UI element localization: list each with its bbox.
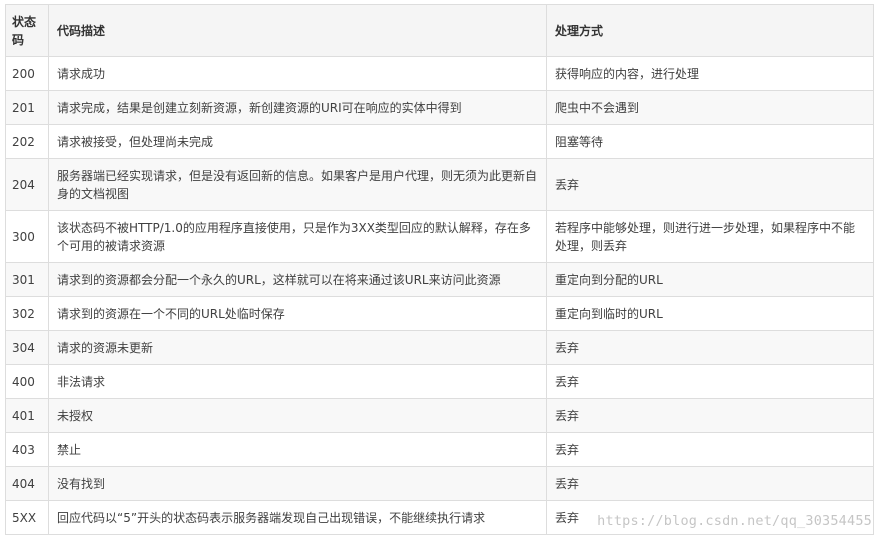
row-code: 304: [5, 330, 49, 365]
table-row: 202 请求被接受，但处理尚未完成 阻塞等待: [5, 124, 874, 159]
table-row: 201 请求完成，结果是创建立刻新资源，新创建资源的URI可在响应的实体中得到 …: [5, 90, 874, 125]
row-description: 请求到的资源都会分配一个永久的URL，这样就可以在将来通过该URL来访问此资源: [48, 262, 547, 297]
row-code: 404: [5, 466, 49, 501]
table-row: 404 没有找到 丢弃: [5, 466, 874, 501]
row-handling: 丢弃: [546, 500, 874, 535]
status-code-table-container: 状态码 代码描述 处理方式 200 请求成功 获得响应的内容，进行处理 201 …: [5, 4, 874, 535]
row-handling: 丢弃: [546, 466, 874, 501]
row-description: 请求成功: [48, 56, 547, 91]
row-handling: 丢弃: [546, 364, 874, 399]
row-description: 未授权: [48, 398, 547, 433]
row-description: 请求的资源未更新: [48, 330, 547, 365]
header-description: 代码描述: [48, 4, 547, 57]
row-handling: 重定向到分配的URL: [546, 262, 874, 297]
table-row: 400 非法请求 丢弃: [5, 364, 874, 399]
table-row: 5XX 回应代码以“5”开头的状态码表示服务器端发现自己出现错误，不能继续执行请…: [5, 500, 874, 535]
header-row: 状态码 代码描述 处理方式: [5, 4, 874, 57]
row-handling: 丢弃: [546, 398, 874, 433]
row-description: 禁止: [48, 432, 547, 467]
row-description: 请求完成，结果是创建立刻新资源，新创建资源的URI可在响应的实体中得到: [48, 90, 547, 125]
row-description: 非法请求: [48, 364, 547, 399]
row-code: 401: [5, 398, 49, 433]
row-code: 403: [5, 432, 49, 467]
row-handling: 丢弃: [546, 330, 874, 365]
table-row: 401 未授权 丢弃: [5, 398, 874, 433]
table-header: 状态码 代码描述 处理方式: [5, 4, 874, 57]
row-code: 300: [5, 210, 49, 263]
row-code: 400: [5, 364, 49, 399]
table-row: 300 该状态码不被HTTP/1.0的应用程序直接使用，只是作为3XX类型回应的…: [5, 210, 874, 263]
table-body: 200 请求成功 获得响应的内容，进行处理 201 请求完成，结果是创建立刻新资…: [5, 56, 874, 535]
header-code: 状态码: [5, 4, 49, 57]
row-code: 200: [5, 56, 49, 91]
table-row: 304 请求的资源未更新 丢弃: [5, 330, 874, 365]
row-description: 没有找到: [48, 466, 547, 501]
row-code: 5XX: [5, 500, 49, 535]
row-handling: 丢弃: [546, 158, 874, 211]
row-handling: 获得响应的内容，进行处理: [546, 56, 874, 91]
table-row: 301 请求到的资源都会分配一个永久的URL，这样就可以在将来通过该URL来访问…: [5, 262, 874, 297]
row-description: 回应代码以“5”开头的状态码表示服务器端发现自己出现错误，不能继续执行请求: [48, 500, 547, 535]
table-row: 200 请求成功 获得响应的内容，进行处理: [5, 56, 874, 91]
row-description: 请求到的资源在一个不同的URL处临时保存: [48, 296, 547, 331]
row-handling: 丢弃: [546, 432, 874, 467]
row-code: 204: [5, 158, 49, 211]
row-code: 201: [5, 90, 49, 125]
row-code: 202: [5, 124, 49, 159]
status-code-table: 状态码 代码描述 处理方式 200 请求成功 获得响应的内容，进行处理 201 …: [5, 4, 874, 535]
header-handling: 处理方式: [546, 4, 874, 57]
table-row: 302 请求到的资源在一个不同的URL处临时保存 重定向到临时的URL: [5, 296, 874, 331]
row-code: 301: [5, 262, 49, 297]
table-row: 403 禁止 丢弃: [5, 432, 874, 467]
row-description: 服务器端已经实现请求，但是没有返回新的信息。如果客户是用户代理，则无须为此更新自…: [48, 158, 547, 211]
table-row: 204 服务器端已经实现请求，但是没有返回新的信息。如果客户是用户代理，则无须为…: [5, 158, 874, 211]
row-description: 请求被接受，但处理尚未完成: [48, 124, 547, 159]
row-handling: 重定向到临时的URL: [546, 296, 874, 331]
row-handling: 爬虫中不会遇到: [546, 90, 874, 125]
row-code: 302: [5, 296, 49, 331]
row-description: 该状态码不被HTTP/1.0的应用程序直接使用，只是作为3XX类型回应的默认解释…: [48, 210, 547, 263]
row-handling: 阻塞等待: [546, 124, 874, 159]
row-handling: 若程序中能够处理，则进行进一步处理，如果程序中不能处理，则丢弃: [546, 210, 874, 263]
